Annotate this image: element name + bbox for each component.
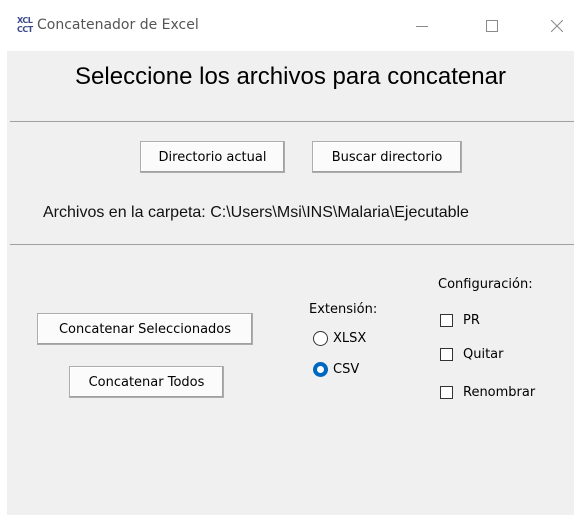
checkbox-renombrar[interactable]: Renombrar: [440, 385, 535, 400]
page-title: Seleccione los archivos para concatenar: [75, 63, 506, 90]
close-icon: [551, 20, 563, 32]
app-icon-text-bottom: CCT: [17, 25, 33, 34]
checkbox-icon[interactable]: [440, 314, 453, 327]
checkbox-icon[interactable]: [440, 386, 453, 399]
divider-middle: [10, 244, 574, 245]
checkbox-quitar-label: Quitar: [463, 347, 504, 362]
current-directory-button[interactable]: Directorio actual: [140, 141, 285, 173]
configuration-label: Configuración:: [438, 277, 533, 292]
divider-top: [10, 121, 574, 122]
radio-csv[interactable]: CSV: [313, 362, 359, 377]
checkbox-renombrar-label: Renombrar: [463, 385, 536, 400]
radio-xlsx[interactable]: XLSX: [313, 331, 366, 346]
app-window: XCL CCT Concatenador de Excel Seleccione…: [7, 0, 574, 515]
minimize-button[interactable]: [402, 12, 442, 40]
folder-path-label: Archivos en la carpeta: C:\Users\Msi\INS…: [43, 204, 469, 221]
maximize-button[interactable]: [472, 12, 512, 40]
excel-app-icon: XCL CCT: [17, 16, 37, 36]
concat-selected-button[interactable]: Concatenar Seleccionados: [37, 313, 253, 345]
extension-label: Extensión:: [309, 302, 378, 317]
checkbox-icon[interactable]: [440, 348, 453, 361]
concat-all-button[interactable]: Concatenar Todos: [69, 366, 224, 398]
title-bar[interactable]: XCL CCT Concatenador de Excel: [7, 0, 574, 51]
minimize-icon: [416, 26, 428, 27]
search-directory-button[interactable]: Buscar directorio: [312, 141, 462, 173]
radio-xlsx-label: XLSX: [333, 331, 367, 346]
checkbox-quitar[interactable]: Quitar: [440, 347, 504, 362]
window-title: Concatenador de Excel: [37, 17, 199, 33]
radio-csv-label: CSV: [333, 362, 360, 377]
radio-button-selected-icon[interactable]: [313, 362, 328, 377]
app-icon-text-top: XCL: [17, 16, 33, 25]
checkbox-pr[interactable]: PR: [440, 313, 480, 328]
maximize-icon: [486, 20, 498, 32]
checkbox-pr-label: PR: [463, 313, 480, 328]
close-button[interactable]: [537, 12, 574, 40]
radio-button-icon[interactable]: [313, 331, 328, 346]
